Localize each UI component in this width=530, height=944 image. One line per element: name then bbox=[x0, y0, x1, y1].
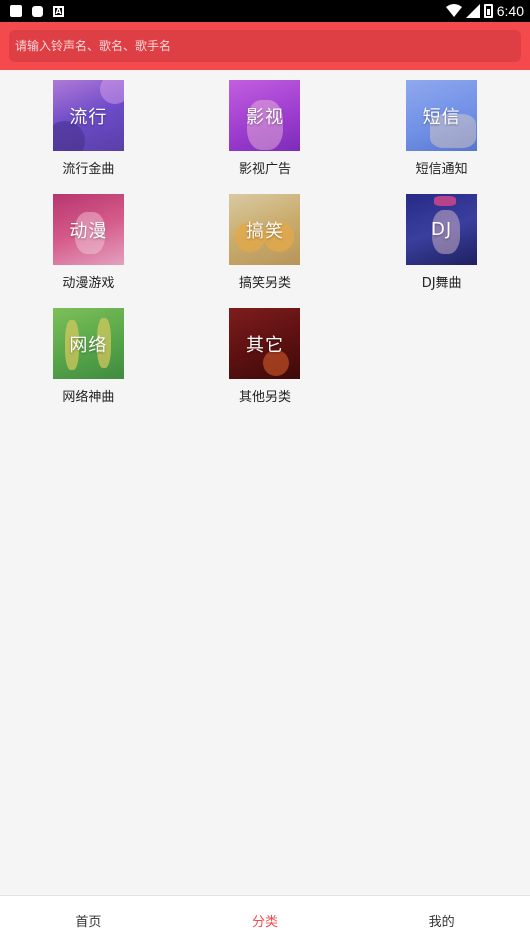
category-overlay-text: 流行 bbox=[69, 106, 108, 128]
category-item-dj[interactable]: DJ DJ舞曲 bbox=[353, 194, 530, 291]
category-thumbnail: 流行 bbox=[52, 80, 124, 151]
status-bar: A 6:40 bbox=[0, 0, 530, 22]
category-thumbnail: 短信 bbox=[406, 80, 478, 151]
bottom-nav: 首页 分类 我的 bbox=[0, 895, 530, 944]
category-label: 短信通知 bbox=[415, 162, 468, 177]
category-label: 网络神曲 bbox=[62, 390, 115, 405]
category-label: 动漫游戏 bbox=[62, 276, 115, 291]
category-item-other[interactable]: 其它 其他另类 bbox=[177, 308, 354, 405]
nav-category[interactable]: 分类 bbox=[177, 896, 354, 944]
category-item-anime[interactable]: 动漫 动漫游戏 bbox=[0, 194, 177, 291]
battery-icon bbox=[483, 4, 493, 18]
status-time: 6:40 bbox=[496, 3, 524, 19]
notification-a-icon: A bbox=[53, 5, 64, 17]
nav-home[interactable]: 首页 bbox=[0, 896, 177, 944]
category-grid: 流行 流行金曲 影视 影视广告 短信 短信通知 动漫 动漫游戏 搞笑 搞笑另类 bbox=[0, 80, 530, 405]
category-item-pop[interactable]: 流行 流行金曲 bbox=[0, 80, 177, 177]
category-item-internet[interactable]: 网络 网络神曲 bbox=[0, 308, 177, 405]
category-thumbnail: 网络 bbox=[52, 308, 124, 379]
nav-mine[interactable]: 我的 bbox=[353, 896, 530, 944]
category-overlay-text: 网络 bbox=[69, 334, 108, 356]
category-item-sms[interactable]: 短信 短信通知 bbox=[353, 80, 530, 177]
category-item-film[interactable]: 影视 影视广告 bbox=[177, 80, 354, 177]
category-overlay-text: 短信 bbox=[422, 106, 461, 128]
category-thumbnail: 其它 bbox=[229, 308, 301, 379]
category-thumbnail: 影视 bbox=[229, 80, 301, 151]
category-label: DJ舞曲 bbox=[421, 276, 462, 291]
wifi-icon bbox=[445, 4, 462, 17]
category-overlay-text: 搞笑 bbox=[245, 220, 284, 242]
category-label: 其他另类 bbox=[238, 390, 291, 405]
category-thumbnail: 搞笑 bbox=[229, 194, 301, 265]
category-overlay-text: 其它 bbox=[245, 334, 284, 356]
category-thumbnail: 动漫 bbox=[52, 194, 124, 265]
category-overlay-text: 影视 bbox=[245, 106, 284, 128]
search-box[interactable] bbox=[9, 30, 521, 62]
category-label: 搞笑另类 bbox=[238, 276, 291, 291]
status-left-icons: A bbox=[10, 5, 64, 17]
category-overlay-text: DJ bbox=[431, 219, 453, 240]
category-overlay-text: 动漫 bbox=[69, 220, 108, 242]
status-right: 6:40 bbox=[445, 3, 524, 19]
category-label: 流行金曲 bbox=[62, 162, 115, 177]
category-thumbnail: DJ bbox=[406, 194, 478, 265]
category-item-funny[interactable]: 搞笑 搞笑另类 bbox=[177, 194, 354, 291]
category-label: 影视广告 bbox=[238, 162, 291, 177]
notification-rounded-icon bbox=[32, 5, 43, 17]
search-input[interactable] bbox=[15, 39, 515, 53]
search-header bbox=[0, 22, 530, 70]
cell-signal-icon bbox=[465, 4, 480, 18]
notification-square-icon bbox=[10, 5, 22, 17]
